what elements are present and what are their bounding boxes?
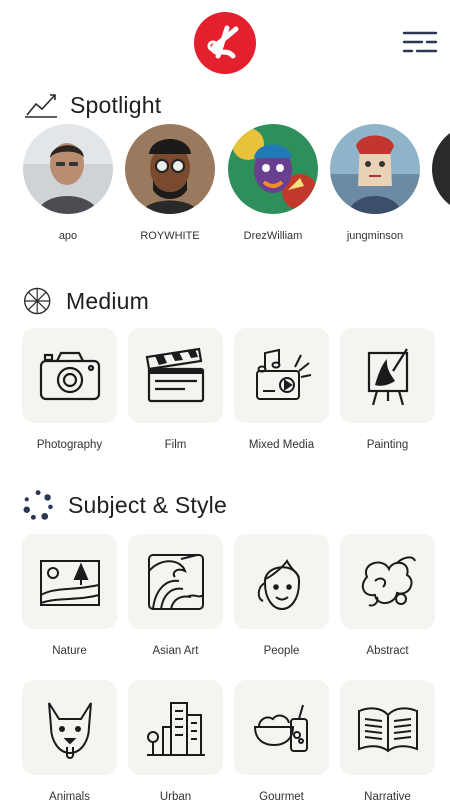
tile-people[interactable]: People — [234, 534, 329, 657]
creator-name: ROYWHITE — [140, 230, 200, 242]
avatar[interactable] — [330, 124, 420, 214]
tile-card[interactable] — [340, 328, 435, 423]
tile-label: Animals — [49, 791, 90, 800]
landscape-icon — [39, 559, 100, 606]
creator-card[interactable]: DrezWilliam — [227, 124, 319, 242]
food-icon — [253, 704, 308, 752]
tile-label: Urban — [159, 791, 192, 800]
tile-card[interactable] — [128, 534, 223, 629]
tile-label: Nature — [52, 645, 87, 657]
dots-circle-icon — [23, 490, 53, 520]
tile-film[interactable]: Film — [128, 328, 223, 451]
tile-card[interactable] — [128, 328, 223, 423]
wave-icon — [147, 553, 204, 610]
tile-label: Asian Art — [152, 645, 199, 657]
section-title-subject: Subject & Style — [68, 491, 227, 518]
tile-asian-art[interactable]: Asian Art — [128, 534, 223, 657]
buildings-icon — [146, 701, 205, 756]
tile-narrative[interactable]: Narrative — [340, 680, 435, 800]
section-title-spotlight: Spotlight — [70, 91, 162, 118]
spotlight-header: Spotlight — [22, 87, 161, 123]
book-icon — [357, 706, 418, 752]
medium-grid: Photography Film Mixed Media Painting — [22, 328, 442, 458]
avatar[interactable] — [432, 124, 450, 214]
tile-card[interactable] — [340, 534, 435, 629]
clapperboard-icon — [145, 347, 204, 402]
tile-label: Mixed Media — [248, 439, 315, 451]
creator-name: apo — [58, 230, 78, 242]
face-icon — [257, 558, 300, 610]
tile-card[interactable] — [340, 680, 435, 775]
app-header — [0, 0, 450, 88]
tile-mixed-media[interactable]: Mixed Media — [234, 328, 329, 451]
tile-photography[interactable]: Photography — [22, 328, 117, 451]
tile-card[interactable] — [128, 680, 223, 775]
trend-chart-icon — [25, 94, 57, 118]
avatar[interactable] — [23, 124, 113, 214]
easel-icon — [367, 347, 408, 405]
abstract-icon — [361, 555, 416, 606]
tile-label: Abstract — [366, 645, 409, 657]
tile-nature[interactable]: Nature — [22, 534, 117, 657]
tile-card[interactable] — [22, 534, 117, 629]
creator-card[interactable]: ROYWHITE — [124, 124, 216, 242]
creator-card[interactable]: jungminson — [329, 124, 421, 242]
dog-icon — [47, 701, 92, 759]
tile-card[interactable] — [234, 328, 329, 423]
avatar[interactable] — [125, 124, 215, 214]
creator-card[interactable]: apo — [22, 124, 114, 242]
aperture-icon — [24, 287, 51, 315]
tile-label: Narrative — [364, 791, 411, 800]
tile-label: Photography — [36, 439, 103, 451]
spotlight-carousel[interactable]: apo ROYWHITE DrezWilliam jungminson — [0, 124, 450, 254]
creator-name: jungminson — [346, 230, 404, 242]
section-title-medium: Medium — [66, 287, 150, 314]
tile-card[interactable] — [234, 680, 329, 775]
tile-animals[interactable]: Animals — [22, 680, 117, 800]
mixed-media-icon — [255, 348, 311, 400]
k-logo-icon[interactable] — [194, 12, 256, 74]
tile-card[interactable] — [234, 534, 329, 629]
tile-urban[interactable]: Urban — [128, 680, 223, 800]
creator-name: DrezWilliam — [243, 230, 303, 242]
tile-label: Gourmet — [259, 791, 304, 800]
tile-gourmet[interactable]: Gourmet — [234, 680, 329, 800]
tile-painting[interactable]: Painting — [340, 328, 435, 451]
tile-label: Film — [164, 439, 187, 451]
subject-grid: Nature Asian Art People Abstract Animals… — [22, 534, 442, 800]
tile-card[interactable] — [22, 328, 117, 423]
camera-icon — [39, 351, 100, 400]
subject-header: Subject & Style — [22, 487, 227, 523]
tile-card[interactable] — [22, 680, 117, 775]
creator-card[interactable] — [431, 124, 450, 214]
medium-header: Medium — [22, 283, 149, 319]
tile-label: Painting — [366, 439, 409, 451]
tile-label: People — [263, 645, 300, 657]
tile-abstract[interactable]: Abstract — [340, 534, 435, 657]
filter-menu-icon[interactable] — [402, 28, 438, 56]
avatar[interactable] — [228, 124, 318, 214]
